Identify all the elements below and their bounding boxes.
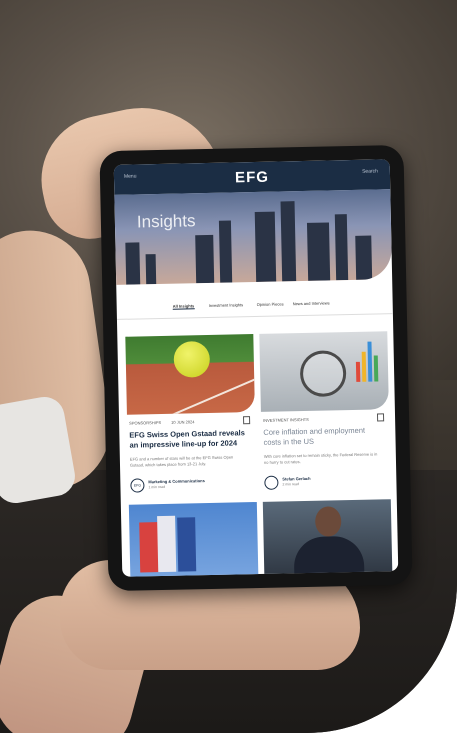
card-title[interactable]: Core inflation and employment costs in t… [263, 425, 381, 447]
art-blocks-image[interactable] [128, 502, 259, 577]
card-excerpt: EFG and a number of stars will be at the… [129, 454, 234, 468]
skyline-building [280, 201, 297, 282]
tennis-ball-image[interactable] [125, 334, 255, 415]
skyline-building [355, 235, 373, 280]
chart-bar [373, 355, 379, 382]
card-category: INVESTMENT INSIGHTS [263, 416, 309, 423]
tablet-photo: Menu EFG Search Insights All Insights In… [0, 0, 457, 733]
hero-banner: Insights [114, 189, 393, 285]
skyline-building [334, 214, 349, 281]
interview-portrait-image[interactable] [262, 499, 393, 577]
author-avatar-icon: EFG [130, 478, 145, 493]
tab-investment-insights[interactable]: Investment Insights [209, 302, 244, 308]
skyline-building [306, 222, 331, 281]
skyline-building [218, 220, 233, 283]
person-body [293, 535, 365, 577]
magnifying-glass [299, 350, 347, 398]
read-time: 2 min read [282, 482, 300, 487]
author-name: Stefan Gerlach [282, 475, 311, 482]
tab-opinion-pieces[interactable]: Opinion Pieces [257, 301, 284, 307]
blue-block [177, 517, 197, 572]
card-category: SPONSORSHIPS [129, 419, 162, 426]
tablet-device: Menu EFG Search Insights All Insights In… [99, 144, 413, 592]
court-line [170, 371, 255, 415]
card-date: 10 JUN 2024 [171, 419, 195, 425]
tablet-screen: Menu EFG Search Insights All Insights In… [113, 159, 399, 577]
author-avatar-icon [264, 475, 279, 490]
skyline-building [125, 242, 141, 285]
skyline-building [195, 234, 215, 284]
card-excerpt: With core inflation set to remain sticky… [263, 451, 378, 465]
card-title[interactable]: EFG Swiss Open Gstaad reveals an impress… [129, 428, 247, 450]
author-name: Marketing & Communications [148, 478, 205, 485]
bookmark-icon[interactable] [243, 416, 251, 425]
bookmark-icon[interactable] [376, 413, 385, 422]
chart-bar [367, 341, 373, 382]
white-block [157, 515, 177, 573]
tab-news-and-interviews[interactable]: News and Interviews [293, 300, 330, 306]
efg-logo[interactable]: EFG [114, 166, 390, 189]
hero-title: Insights [136, 211, 196, 232]
tab-all-insights[interactable]: All Insights [172, 303, 195, 310]
person-head [314, 506, 342, 537]
skyline-building [145, 254, 157, 285]
chart-bar [361, 351, 367, 382]
read-time: 1 min read [148, 484, 166, 490]
tennis-ball [173, 340, 211, 378]
skyline-building [254, 211, 277, 282]
charts-magnifier-image[interactable] [259, 331, 389, 412]
chart-bar [355, 361, 361, 382]
search-link[interactable]: Search [362, 168, 378, 174]
